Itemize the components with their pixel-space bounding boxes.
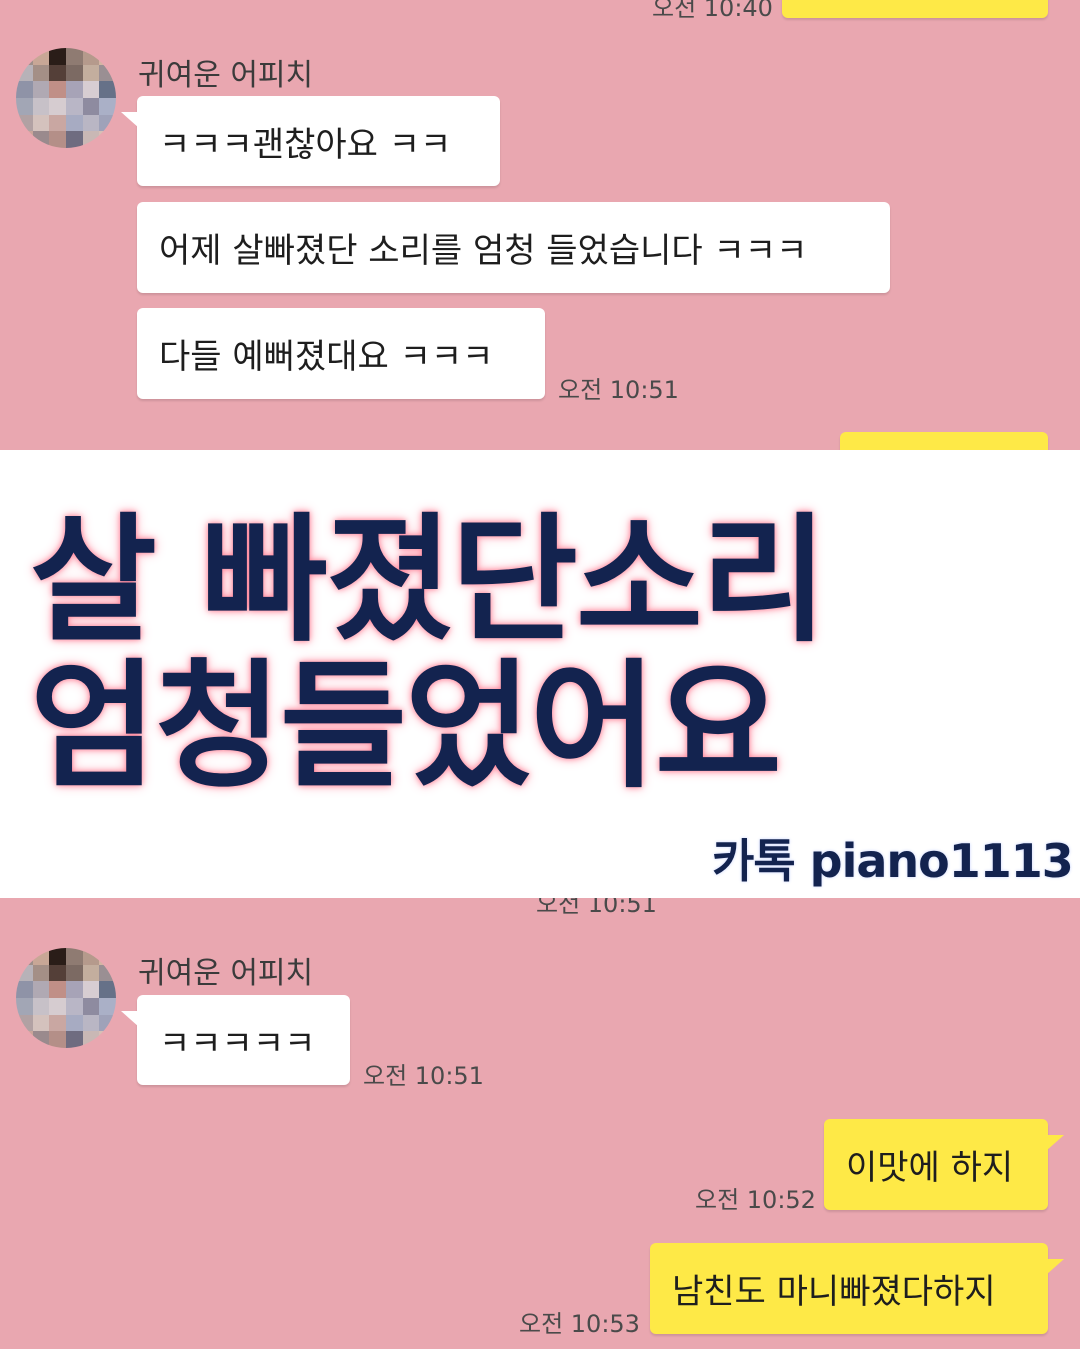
headline-line-1: 살 빠졌단소리: [30, 500, 828, 661]
message-time: 오전 10:51: [536, 898, 657, 918]
message-text: 이맛에 하지: [846, 1148, 1014, 1188]
title-banner: 살 빠졌단소리 엄청들었어요 카톡 piano1113: [0, 450, 1080, 898]
chat-section-bottom: 오전 10:51 귀여운 어피치 ㅋㅋㅋㅋㅋ 오전 10:51 오전 10:52…: [0, 898, 1080, 1349]
their-message-bubble[interactable]: 다들 예뻐졌대요 ㅋㅋㅋ: [137, 308, 545, 399]
their-message-bubble[interactable]: ㅋㅋㅋ괜찮아요 ㅋㅋ: [121, 96, 500, 186]
my-message-bubble[interactable]: 이맛에 하지: [824, 1119, 1064, 1210]
sender-name: 귀여운 어피치: [138, 58, 314, 93]
my-message-bubble-partial[interactable]: [782, 0, 1048, 18]
message-time: 오전 10:51: [363, 1062, 484, 1090]
message-time: 오전 10:51: [558, 376, 679, 404]
message-text: 남친도 마니빠졌다하지: [672, 1272, 996, 1312]
message-text: ㅋㅋㅋㅋㅋ: [159, 1023, 316, 1064]
their-message-bubble[interactable]: ㅋㅋㅋㅋㅋ: [121, 995, 350, 1085]
message-text: ㅋㅋㅋ괜찮아요 ㅋㅋ: [159, 124, 452, 165]
avatar[interactable]: [16, 948, 116, 1048]
message-time: 오전 10:52: [695, 1186, 816, 1214]
my-message-bubble-partial[interactable]: [840, 432, 1048, 450]
message-time: 오전 10:53: [519, 1310, 640, 1338]
sender-name: 귀여운 어피치: [138, 956, 314, 991]
avatar[interactable]: [16, 48, 116, 148]
message-time: 오전 10:40: [652, 0, 773, 22]
chat-section-top: 오전 10:40 귀여운 어피치 ㅋㅋㅋ괜찮아요 ㅋㅋ 어제 살빠졌단 소리를 …: [0, 0, 1080, 450]
message-text: 어제 살빠졌단 소리를 엄청 들었습니다 ㅋㅋㅋ: [159, 231, 808, 271]
message-text: 다들 예뻐졌대요 ㅋㅋㅋ: [159, 337, 494, 377]
their-message-bubble[interactable]: 어제 살빠졌단 소리를 엄청 들었습니다 ㅋㅋㅋ: [137, 202, 890, 293]
my-message-bubble[interactable]: 남친도 마니빠졌다하지: [650, 1243, 1064, 1334]
watermark: 카톡 piano1113: [712, 834, 1074, 888]
headline-line-2: 엄청들었어요: [30, 646, 782, 807]
